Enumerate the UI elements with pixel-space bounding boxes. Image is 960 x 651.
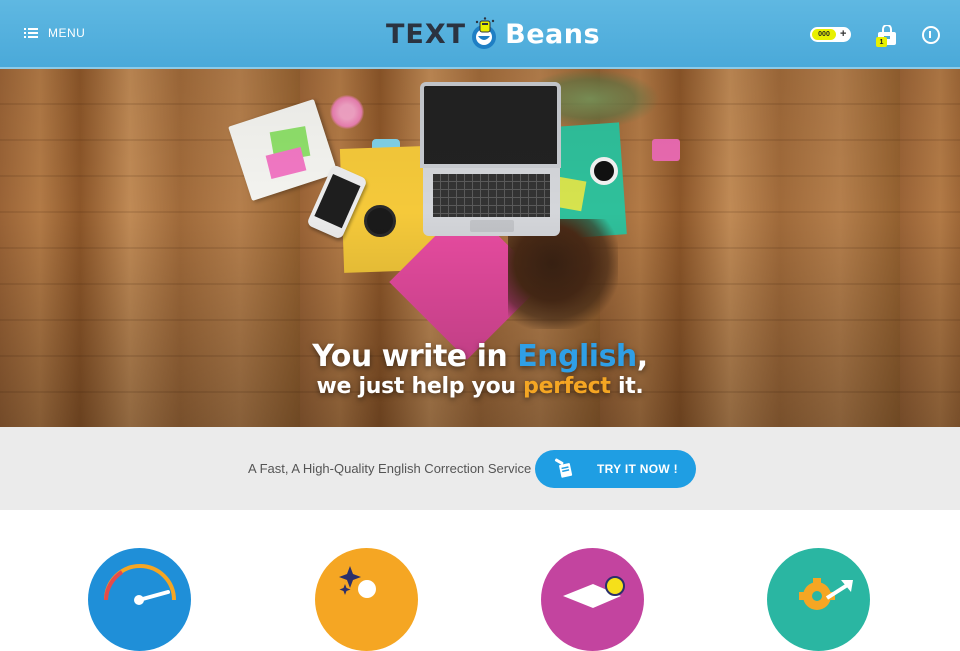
highlight-english: English [517,339,637,374]
cta-section: A Fast, A High-Quality English Correctio… [0,427,960,510]
list-menu-icon [24,28,38,38]
pink-plant-pot-image [652,139,680,161]
hero-headline-line1: You write in English, [312,339,648,374]
logo-text-light: Beans [505,18,601,50]
pink-paper-image [389,204,545,360]
plant-image [520,69,660,129]
credit-value: 000 [812,29,836,40]
features-row [0,510,960,651]
sticky-note-pink-image [265,147,307,179]
credit-balance-button[interactable]: 000 + [810,27,851,42]
coffee-cup-image [364,205,396,237]
coffee-beans-image [508,219,618,329]
yellow-paper-image [339,145,457,273]
espresso-cup-image [590,157,618,185]
sticky-note-green-image [269,126,311,162]
top-header: MENU TEXT Beans 000 + 1 [0,0,960,69]
info-icon[interactable] [922,26,940,44]
laptop-trackpad-image [470,220,514,232]
hero-headline: You write in English, we just help you p… [0,339,960,401]
green-paper-image [553,176,587,212]
textbeans-logo[interactable]: TEXT Beans [386,14,600,54]
laptop-screen-image [420,82,561,168]
logo-text-dark: TEXT [386,18,467,50]
try-it-now-label: TRY IT NOW ! [597,462,678,476]
laptop-keyboard-image [433,174,550,217]
highlight-perfect: perfect [523,374,611,399]
menu-button[interactable]: MENU [24,26,85,40]
teal-paper-image [541,122,627,240]
document-pen-icon [553,458,575,480]
hero-headline-line2: we just help you perfect it. [316,374,644,399]
hero-banner: You write in English, we just help you p… [0,69,960,427]
coffee-cup-logo-icon [469,17,501,51]
smartphone-image [306,164,368,240]
cart-count-badge: 1 [876,37,887,47]
flower-image [330,95,364,129]
service-tagline: A Fast, A High-Quality English Correctio… [248,461,532,476]
add-credit-icon: + [840,28,847,40]
menu-label: MENU [48,26,86,40]
notepad-image [228,99,338,201]
try-it-now-button[interactable]: TRY IT NOW ! [535,450,696,488]
laptop-base-image [423,168,560,236]
pencil-cup-image [372,139,400,163]
